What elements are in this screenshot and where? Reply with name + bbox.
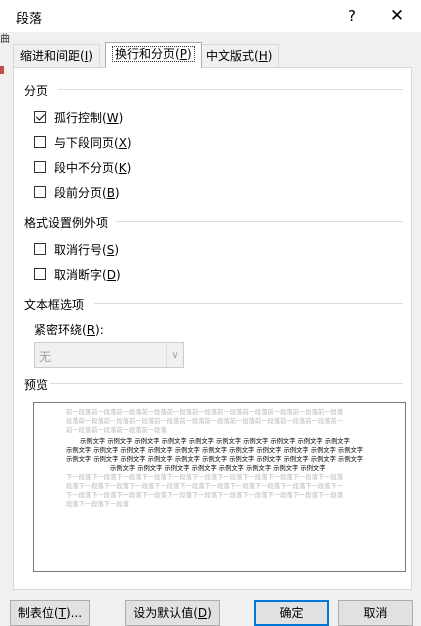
preview-previous-paragraph-line: 前一段落前一段落前一段落前一段落前一段落前一段落前一段落前一段落前一段落前一段落… bbox=[66, 409, 344, 416]
help-button[interactable]: ? bbox=[340, 4, 364, 28]
preview-next-paragraph-line: 段落下一段落下一段落 bbox=[66, 501, 129, 508]
tab-asian-typography[interactable]: 中文版式(H) bbox=[199, 44, 280, 67]
background-document-mark bbox=[0, 66, 4, 74]
tight-wrap-select[interactable]: 无 ∨ bbox=[34, 342, 184, 368]
dont-hyphenate-checkbox[interactable]: 取消断字(D) bbox=[34, 265, 121, 283]
keep-with-next-checkbox[interactable]: 与下段同页(X) bbox=[34, 133, 132, 151]
preview-next-paragraph-line: 下一段落下一段落下一段落下一段落下一段落下一段落下一段落下一段落下一段落下一段落… bbox=[66, 474, 344, 481]
title-bar: 段落 ? ✕ bbox=[0, 0, 421, 32]
formatting-exceptions-heading: 格式设置例外项 bbox=[24, 216, 109, 230]
checkbox-box[interactable] bbox=[34, 161, 46, 173]
background-document-text: 曲 bbox=[0, 34, 10, 45]
pagination-heading: 分页 bbox=[24, 84, 49, 98]
keep-lines-together-checkbox[interactable]: 段中不分页(K) bbox=[34, 158, 131, 176]
preview-previous-paragraph-line: 前一段落前一段落前一段落前一段落 bbox=[66, 427, 167, 434]
textbox-options-heading: 文本框选项 bbox=[24, 298, 85, 312]
preview-box: 前一段落前一段落前一段落前一段落前一段落前一段落前一段落前一段落前一段落前一段落… bbox=[33, 402, 406, 572]
preview-current-paragraph-line: 示例文字 示例文字 示例文字 示例文字 示例文字 示例文字 示例文字 示例文字 … bbox=[66, 456, 364, 463]
tab-panel: 分页 孤行控制(W) 与下段同页(X) 段中不分页(K) 段前分页(B) 格式设… bbox=[13, 67, 412, 590]
tab-line-page-breaks[interactable]: 换行和分页(P) bbox=[105, 42, 202, 68]
widow-control-checkbox[interactable]: 孤行控制(W) bbox=[34, 108, 123, 126]
preview-next-paragraph-line: 段落下一段落下一段落下一段落下一段落下一段落下一段落下一段落下一段落下一段落下一… bbox=[66, 483, 344, 490]
cancel-button[interactable]: 取消 bbox=[338, 600, 413, 626]
preview-heading: 预览 bbox=[24, 378, 49, 392]
suppress-line-numbers-checkbox[interactable]: 取消行号(S) bbox=[34, 240, 119, 258]
checkbox-label: 段前分页(B) bbox=[54, 185, 120, 200]
checkbox-label: 与下段同页(X) bbox=[54, 135, 132, 150]
checkbox-label: 取消断字(D) bbox=[54, 267, 121, 282]
checkbox-box[interactable] bbox=[34, 111, 46, 123]
checkbox-label: 段中不分页(K) bbox=[54, 160, 132, 175]
dialog-title: 段落 bbox=[16, 12, 43, 27]
preview-current-paragraph-line: 示例文字 示例文字 示例文字 示例文字 示例文字 示例文字 示例文字 示例文字 … bbox=[66, 447, 364, 454]
preview-previous-paragraph-line: 段落前一段落前一段落前一段落前一段落前一段落前一段落前一段落前一段落前一段落前一… bbox=[66, 418, 344, 425]
checkbox-box[interactable] bbox=[34, 186, 46, 198]
section-divider bbox=[58, 89, 403, 90]
checkbox-box[interactable] bbox=[34, 136, 46, 148]
preview-current-paragraph-line: 示例文字 示例文字 示例文字 示例文字 示例文字 示例文字 示例文字 示例文字 … bbox=[80, 438, 350, 445]
ok-button[interactable]: 确定 bbox=[254, 600, 329, 626]
checkbox-box[interactable] bbox=[34, 243, 46, 255]
preview-next-paragraph-line: 下一段落下一段落下一段落下一段落下一段落下一段落下一段落下一段落下一段落下一段落… bbox=[66, 492, 344, 499]
tight-wrap-value: 无 bbox=[39, 350, 52, 364]
preview-current-paragraph-line: 示例文字 示例文字 示例文字 示例文字 示例文字 示例文字 示例文字 示例文字 bbox=[110, 465, 326, 472]
section-divider bbox=[94, 303, 403, 304]
tabs-button[interactable]: 制表位(T)... bbox=[10, 600, 90, 626]
chevron-down-icon[interactable]: ∨ bbox=[166, 343, 183, 367]
page-break-before-checkbox[interactable]: 段前分页(B) bbox=[34, 183, 120, 201]
set-as-default-button[interactable]: 设为默认值(D) bbox=[125, 600, 220, 626]
section-divider bbox=[116, 221, 403, 222]
checkbox-label: 取消行号(S) bbox=[54, 242, 119, 257]
tight-wrap-label: 紧密环绕(R): bbox=[34, 323, 104, 337]
checkbox-box[interactable] bbox=[34, 268, 46, 280]
tab-indents-spacing[interactable]: 缩进和间距(I) bbox=[13, 44, 100, 67]
close-button[interactable]: ✕ bbox=[384, 4, 410, 28]
section-divider bbox=[50, 383, 403, 384]
checkbox-label: 孤行控制(W) bbox=[54, 110, 124, 125]
